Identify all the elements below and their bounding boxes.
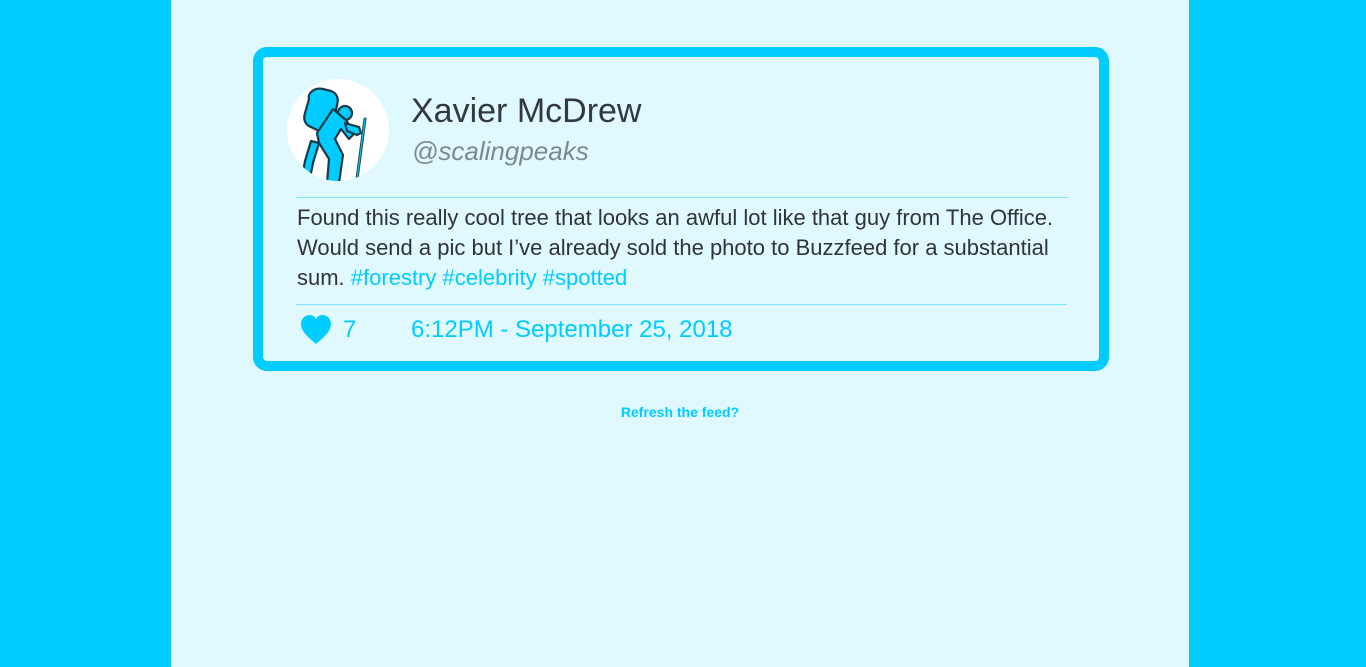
like-button[interactable] bbox=[299, 313, 333, 347]
like-count: 7 bbox=[343, 316, 357, 343]
divider bbox=[296, 197, 1068, 198]
hashtag-link[interactable]: #spotted bbox=[543, 265, 627, 290]
divider bbox=[296, 304, 1067, 305]
tweet-card: Xavier McDrew @scalingpeaks Found this r… bbox=[253, 47, 1109, 371]
refresh-feed-link[interactable]: Refresh the feed? bbox=[171, 402, 1189, 422]
user-handle[interactable]: @scalingpeaks bbox=[412, 135, 589, 167]
heart-icon bbox=[301, 315, 331, 344]
tweet-text: Found this really cool tree that looks a… bbox=[297, 203, 1067, 293]
hiker-icon bbox=[300, 87, 367, 181]
feed-page: Xavier McDrew @scalingpeaks Found this r… bbox=[171, 0, 1189, 667]
user-name[interactable]: Xavier McDrew bbox=[411, 91, 641, 131]
hashtag-link[interactable]: #forestry bbox=[351, 265, 437, 290]
avatar[interactable] bbox=[287, 79, 389, 181]
hashtag-link[interactable]: #celebrity bbox=[443, 265, 537, 290]
tweet-timestamp[interactable]: 6:12PM - September 25, 2018 bbox=[411, 315, 733, 345]
